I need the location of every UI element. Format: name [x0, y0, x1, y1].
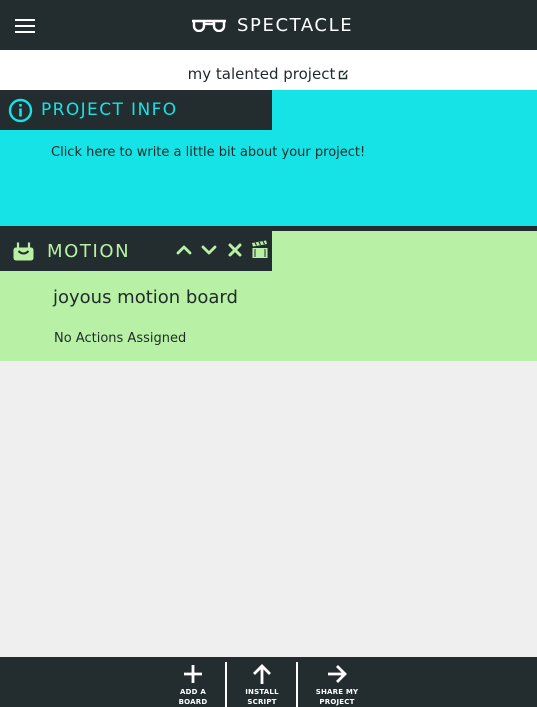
motion-board-label: MOTION — [47, 241, 131, 262]
install-script-label: INSTALL SCRIPT — [245, 688, 279, 706]
motion-board-panel: MOTION joyous motion board No Actions As… — [0, 231, 537, 361]
add-board-label: ADD A BOARD — [178, 688, 208, 706]
chevron-down-icon[interactable] — [201, 242, 217, 258]
actions-status: No Actions Assigned — [54, 331, 187, 346]
app-name: SPECTACLE — [237, 14, 354, 36]
add-board-button[interactable]: ADD A BOARD — [166, 657, 220, 707]
arrow-right-icon — [328, 665, 347, 683]
info-circle-icon — [8, 98, 33, 122]
share-project-button[interactable]: SHARE MY PROJECT — [307, 657, 367, 707]
motion-board-name[interactable]: joyous motion board — [53, 287, 238, 308]
close-icon[interactable] — [227, 242, 243, 258]
plus-icon — [184, 665, 202, 683]
toolbar-separator — [225, 662, 227, 707]
project-info-label: PROJECT INFO — [41, 100, 178, 120]
project-title[interactable]: my talented project — [188, 65, 350, 83]
share-project-label: SHARE MY PROJECT — [315, 688, 359, 706]
install-script-button[interactable]: INSTALL SCRIPT — [235, 657, 289, 707]
project-info-panel: PROJECT INFO Click here to write a littl… — [0, 90, 537, 226]
project-info-tab: PROJECT INFO — [0, 90, 272, 130]
project-title-text: my talented project — [187, 65, 336, 83]
edit-pencil-icon[interactable] — [338, 69, 349, 80]
project-title-bar: my talented project — [0, 50, 537, 90]
toolbar-separator — [296, 662, 298, 707]
chevron-up-icon[interactable] — [176, 242, 192, 258]
app-brand: SPECTACLE — [191, 13, 353, 37]
motion-board-tab: MOTION — [0, 231, 272, 271]
top-navbar: SPECTACLE — [0, 0, 537, 50]
hamburger-menu-icon[interactable] — [15, 17, 35, 33]
arrow-up-icon — [253, 664, 271, 684]
glasses-icon — [192, 19, 226, 32]
clapperboard-icon[interactable] — [251, 240, 269, 259]
project-description[interactable]: Click here to write a little bit about y… — [51, 145, 365, 160]
motion-board-icon — [13, 242, 34, 261]
bottom-toolbar: ADD A BOARD INSTALL SCRIPT SHARE MY PROJ… — [0, 657, 537, 707]
